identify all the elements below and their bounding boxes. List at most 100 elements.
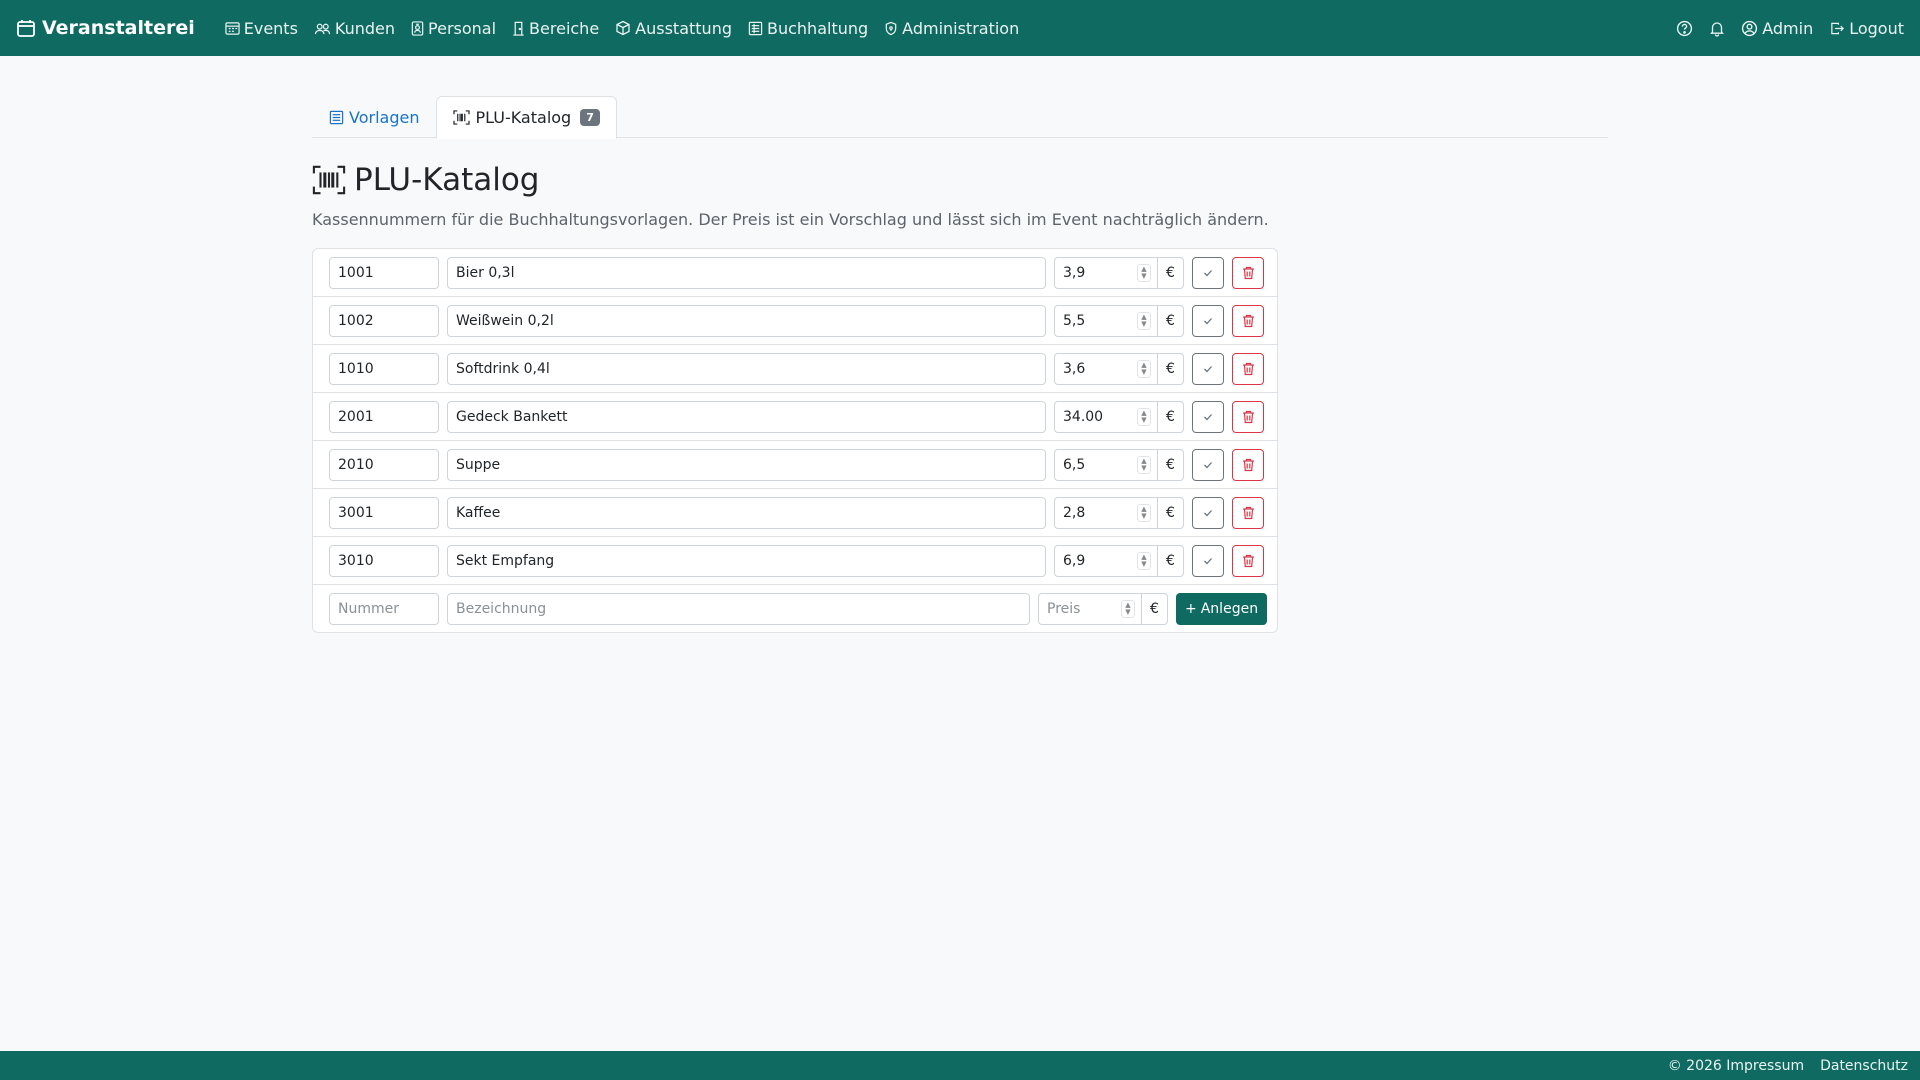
plu-price-input[interactable]: 2,8 ▲ ▼ xyxy=(1054,496,1158,529)
datenschutz-link[interactable]: Datenschutz xyxy=(1820,1058,1908,1074)
plu-number-input[interactable]: 1002 xyxy=(329,304,439,337)
trash-icon xyxy=(1242,506,1255,520)
nav-label: Events xyxy=(243,18,298,38)
save-row-button[interactable] xyxy=(1192,256,1224,289)
trash-icon xyxy=(1242,458,1255,472)
plu-price-input[interactable]: 3,6 ▲ ▼ xyxy=(1054,352,1158,385)
page-subtitle: Kassennummern für die Buchhaltungsvorlag… xyxy=(312,210,1269,229)
price-value: 6,5 xyxy=(1063,456,1086,473)
plu-number-input[interactable]: 1010 xyxy=(329,352,439,385)
plu-row: 3001 Kaffee 2,8 ▲ ▼ € xyxy=(313,489,1277,537)
plu-name-input[interactable]: Suppe xyxy=(447,448,1046,481)
plus-icon: + xyxy=(1185,601,1197,617)
plu-name-input[interactable]: Bier 0,3l xyxy=(447,256,1046,289)
plu-price-input[interactable]: 34.00 ▲ ▼ xyxy=(1054,400,1158,433)
logout-link[interactable]: Logout xyxy=(1829,19,1904,38)
plu-price-input[interactable]: 5,5 ▲ ▼ xyxy=(1054,304,1158,337)
plu-name-input[interactable]: Weißwein 0,2l xyxy=(447,304,1046,337)
calendar-icon xyxy=(16,18,36,38)
spinner-icon[interactable]: ▲ ▼ xyxy=(1137,359,1151,378)
save-row-button[interactable] xyxy=(1192,496,1224,529)
user-menu[interactable]: Admin xyxy=(1741,19,1813,38)
spinner-icon[interactable]: ▲ ▼ xyxy=(1121,600,1135,618)
plu-row: 2010 Suppe 6,5 ▲ ▼ € xyxy=(313,441,1277,489)
nav-item-administration[interactable]: Administration xyxy=(884,19,1019,38)
spinner-icon[interactable]: ▲ ▼ xyxy=(1137,263,1151,282)
save-row-button[interactable] xyxy=(1192,352,1224,385)
template-list-icon xyxy=(329,110,344,125)
plu-name-input[interactable]: Kaffee xyxy=(447,496,1046,529)
bell-icon[interactable] xyxy=(1709,20,1725,37)
plu-number-input[interactable]: 3001 xyxy=(329,496,439,529)
delete-row-button[interactable] xyxy=(1232,352,1264,385)
door-icon xyxy=(512,21,525,36)
check-icon xyxy=(1203,413,1213,421)
brand-link[interactable]: Veranstalterei xyxy=(16,17,195,39)
plu-number-input[interactable]: 2010 xyxy=(329,448,439,481)
new-name-input[interactable]: Bezeichnung xyxy=(447,593,1030,625)
shield-icon xyxy=(884,21,898,36)
save-row-button[interactable] xyxy=(1192,544,1224,577)
new-price-input[interactable]: Preis ▲ ▼ xyxy=(1038,593,1142,625)
barcode-icon xyxy=(312,163,346,197)
top-navbar: Veranstalterei Events Kunden Personal Be… xyxy=(0,0,1920,56)
price-value: 6,9 xyxy=(1063,552,1086,569)
plu-price-input[interactable]: 6,9 ▲ ▼ xyxy=(1054,544,1158,577)
price-value: 3,9 xyxy=(1063,264,1086,281)
tab-vorlagen[interactable]: Vorlagen xyxy=(312,96,436,138)
nav-label: Ausstattung xyxy=(635,18,732,38)
plu-price-input[interactable]: 3,9 ▲ ▼ xyxy=(1054,256,1158,289)
new-number-input[interactable]: Nummer xyxy=(329,593,439,625)
delete-row-button[interactable] xyxy=(1232,304,1264,337)
spinner-icon[interactable]: ▲ ▼ xyxy=(1137,407,1151,426)
nav-item-buchhaltung[interactable]: Buchhaltung xyxy=(748,19,868,38)
delete-row-button[interactable] xyxy=(1232,448,1264,481)
spinner-icon[interactable]: ▲ ▼ xyxy=(1137,551,1151,570)
nav-item-kunden[interactable]: Kunden xyxy=(314,19,395,38)
spinner-icon[interactable]: ▲ ▼ xyxy=(1137,311,1151,330)
delete-row-button[interactable] xyxy=(1232,496,1264,529)
plu-number-input[interactable]: 3010 xyxy=(329,544,439,577)
save-row-button[interactable] xyxy=(1192,304,1224,337)
delete-row-button[interactable] xyxy=(1232,400,1264,433)
impressum-link[interactable]: © 2026 Impressum xyxy=(1668,1058,1804,1074)
check-icon xyxy=(1203,365,1213,373)
tab-plu-katalog[interactable]: PLU-Katalog 7 xyxy=(436,96,617,139)
plu-number-input[interactable]: 1001 xyxy=(329,256,439,289)
plu-name-input[interactable]: Gedeck Bankett xyxy=(447,400,1046,433)
delete-row-button[interactable] xyxy=(1232,544,1264,577)
calendar-grid-icon xyxy=(225,21,240,36)
tab-label: PLU-Katalog xyxy=(475,108,572,127)
currency-addon: € xyxy=(1142,593,1168,625)
spinner-icon[interactable]: ▲ ▼ xyxy=(1137,503,1151,522)
nav-item-events[interactable]: Events xyxy=(225,19,298,38)
ledger-icon xyxy=(748,21,763,36)
save-row-button[interactable] xyxy=(1192,448,1224,481)
brand-name: Veranstalterei xyxy=(42,17,195,39)
add-plu-button[interactable]: + Anlegen xyxy=(1176,593,1268,625)
plu-name-input[interactable]: Sekt Empfang xyxy=(447,544,1046,577)
barcode-icon xyxy=(453,110,471,125)
trash-icon xyxy=(1242,410,1255,424)
delete-row-button[interactable] xyxy=(1232,256,1264,289)
box-icon xyxy=(615,20,631,36)
plu-number-input[interactable]: 2001 xyxy=(329,400,439,433)
help-icon[interactable] xyxy=(1676,20,1693,37)
plu-name-input[interactable]: Softdrink 0,4l xyxy=(447,352,1046,385)
badge-icon xyxy=(411,20,424,36)
plu-row: 1010 Softdrink 0,4l 3,6 ▲ ▼ € xyxy=(313,345,1277,393)
nav-item-bereiche[interactable]: Bereiche xyxy=(512,19,599,38)
spinner-icon[interactable]: ▲ ▼ xyxy=(1137,455,1151,474)
save-row-button[interactable] xyxy=(1192,400,1224,433)
nav-item-ausstattung[interactable]: Ausstattung xyxy=(615,19,732,38)
nav-item-personal[interactable]: Personal xyxy=(411,19,496,38)
nav-label: Kunden xyxy=(334,18,396,38)
nav-label: Administration xyxy=(902,18,1020,38)
price-value: 5,5 xyxy=(1063,312,1086,329)
trash-icon xyxy=(1242,362,1255,376)
plu-price-input[interactable]: 6,5 ▲ ▼ xyxy=(1054,448,1158,481)
nav-label: Buchhaltung xyxy=(767,18,869,38)
check-icon xyxy=(1203,269,1213,277)
price-placeholder: Preis xyxy=(1047,601,1081,617)
check-icon xyxy=(1203,509,1213,517)
